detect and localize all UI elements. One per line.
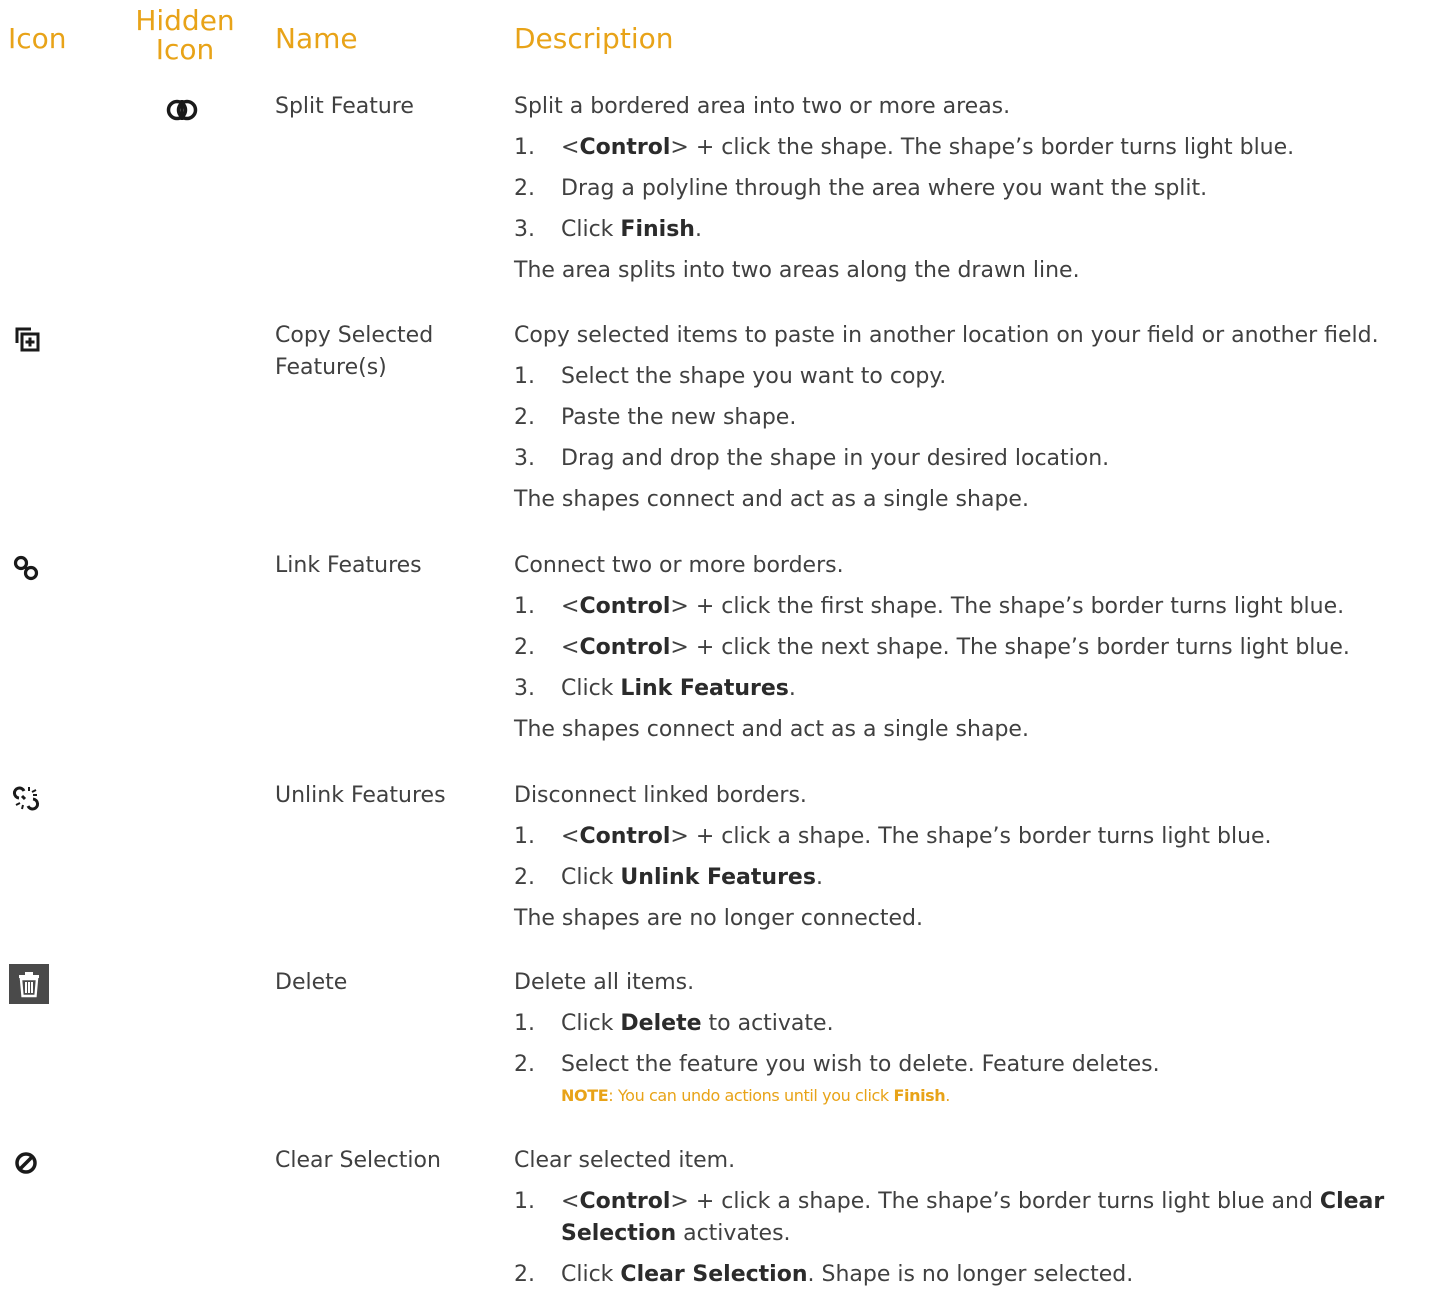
steps-list: 1. <Control> + click the first shape. The… [514, 591, 1450, 705]
intro: Clear selected item. [514, 1148, 736, 1173]
intro: Connect two or more borders. [514, 553, 844, 578]
list-item: 2. Drag a polyline through the area where… [514, 176, 1208, 201]
list-item: 2. Click Unlink Features. [514, 865, 823, 890]
row-name: Copy Selected Feature(s) [275, 323, 434, 380]
row-name: Clear Selection [275, 1148, 441, 1173]
list-item: 1. <Control> + click the first shape. The… [514, 594, 1345, 619]
steps-list: 1. <Control> + click a shape. The shape’s… [514, 821, 1450, 894]
list-item: 2. <Control> + click the next shape. The … [514, 635, 1350, 660]
intro: Delete all items. [514, 970, 695, 995]
list-item: 2. Select the feature you wish to delete.… [514, 1049, 1450, 1107]
result: The shapes are no longer connected. [514, 906, 923, 931]
row-name: Unlink Features [275, 783, 446, 808]
row-name: Link Features [275, 553, 422, 578]
result: The shapes connect and act as a single s… [514, 717, 1029, 742]
steps-list: 1. Click Delete to activate. 2. Select the… [514, 1008, 1450, 1107]
row-description: Disconnect linked borders. 1. <Control> +… [514, 780, 1450, 944]
list-item: 1. Select the shape you want to copy. [514, 364, 947, 389]
table-header: Icon Hidden Icon Name Description [0, 0, 1456, 80]
steps-list: 1. <Control> + click a shape. The shape’s… [514, 1186, 1450, 1291]
header-name: Name [275, 22, 358, 55]
list-item: 2. Paste the new shape. [514, 405, 797, 430]
trash-icon [9, 964, 49, 1004]
row-description: Split a bordered area into two or more a… [514, 91, 1450, 296]
intro: Copy selected items to paste in another … [514, 323, 1379, 348]
split-feature-icon [165, 93, 205, 127]
intro: Split a bordered area into two or more a… [514, 94, 1011, 119]
row-description: Connect two or more borders. 1. <Control>… [514, 550, 1450, 755]
list-item: 1. <Control> + click a shape. The shape’s… [514, 1189, 1385, 1246]
intro: Disconnect linked borders. [514, 783, 807, 808]
header-hidden-icon: Hidden Icon [130, 6, 240, 64]
list-item: 3. Click Link Features. [514, 676, 796, 701]
row-description: Copy selected items to paste in another … [514, 320, 1450, 525]
row-name: Split Feature [275, 94, 414, 119]
steps-list: 1. <Control> + click the shape. The shape… [514, 132, 1450, 246]
header-description: Description [514, 22, 674, 55]
clear-selection-icon [10, 1147, 50, 1181]
list-item: 3. Click Finish. [514, 217, 702, 242]
link-icon [10, 552, 50, 586]
copy-feature-icon [10, 322, 50, 356]
row-description: Delete all items. 1. Click Delete to acti… [514, 967, 1450, 1116]
result: The area splits into two areas along the… [514, 258, 1080, 283]
unlink-icon [10, 782, 50, 816]
list-item: 1. <Control> + click the shape. The shape… [514, 135, 1295, 160]
list-item: 1. <Control> + click a shape. The shape’s… [514, 824, 1272, 849]
row-description: Clear selected item. 1. <Control> + click… [514, 1145, 1450, 1300]
steps-list: 1. Select the shape you want to copy. 2. P… [514, 361, 1450, 475]
row-name: Delete [275, 970, 348, 995]
list-item: 1. Click Delete to activate. [514, 1011, 834, 1036]
result: The shapes connect and act as a single s… [514, 487, 1029, 512]
header-icon: Icon [8, 22, 67, 55]
note: NOTE: You can undo actions until you cli… [561, 1086, 950, 1105]
header-hidden-line2: Icon [155, 33, 215, 66]
list-item: 3. Drag and drop the shape in your desire… [514, 446, 1110, 471]
list-item: 2. Click Clear Selection. Shape is no lon… [514, 1262, 1134, 1287]
